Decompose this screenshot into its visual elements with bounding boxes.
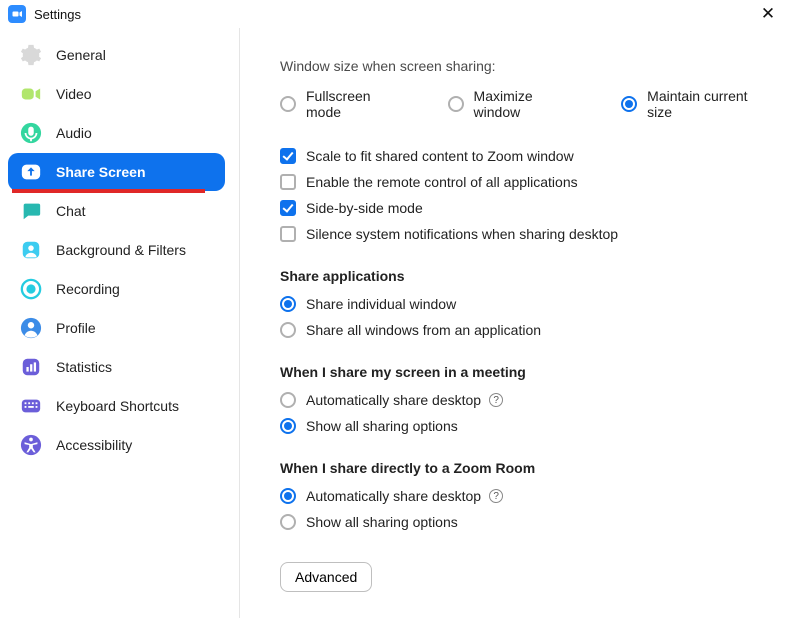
radio-zoomroom-auto-share[interactable]: Automatically share desktop ? — [280, 488, 774, 504]
radio-icon — [280, 418, 296, 434]
sidebar-item-label: Keyboard Shortcuts — [56, 398, 179, 414]
radio-icon — [448, 96, 464, 112]
checkbox-label: Enable the remote control of all applica… — [306, 174, 578, 190]
sidebar-item-recording[interactable]: Recording — [8, 270, 225, 308]
radio-icon — [621, 96, 637, 112]
radio-fullscreen-mode[interactable]: Fullscreen mode — [280, 88, 408, 120]
sidebar-item-chat[interactable]: Chat — [8, 192, 225, 230]
checkbox-scale-to-fit[interactable]: Scale to fit shared content to Zoom wind… — [280, 148, 774, 164]
sidebar-item-statistics[interactable]: Statistics — [8, 348, 225, 386]
sidebar-item-background-filters[interactable]: Background & Filters — [8, 231, 225, 269]
sidebar-item-general[interactable]: General — [8, 36, 225, 74]
share-applications-heading: Share applications — [280, 268, 774, 284]
radio-label: Share all windows from an application — [306, 322, 541, 338]
settings-pane: Window size when screen sharing: Fullscr… — [240, 28, 790, 618]
sidebar-item-label: Chat — [56, 203, 86, 219]
radio-icon — [280, 96, 296, 112]
radio-label: Show all sharing options — [306, 418, 458, 434]
radio-share-individual-window[interactable]: Share individual window — [280, 296, 774, 312]
checkbox-icon — [280, 200, 296, 216]
sidebar-item-keyboard-shortcuts[interactable]: Keyboard Shortcuts — [8, 387, 225, 425]
radio-icon — [280, 488, 296, 504]
statistics-icon — [20, 356, 42, 378]
zoom-room-share-heading: When I share directly to a Zoom Room — [280, 460, 774, 476]
radio-label: Automatically share desktop — [306, 488, 481, 504]
keyboard-icon — [20, 395, 42, 417]
sidebar-item-label: Statistics — [56, 359, 112, 375]
sidebar-item-label: Video — [56, 86, 92, 102]
radio-icon — [280, 514, 296, 530]
radio-label: Show all sharing options — [306, 514, 458, 530]
sidebar-item-label: Accessibility — [56, 437, 132, 453]
window-title: Settings — [34, 7, 81, 22]
recording-icon — [20, 278, 42, 300]
sidebar-item-label: General — [56, 47, 106, 63]
radio-maintain-current-size[interactable]: Maintain current size — [621, 88, 774, 120]
radio-label: Maintain current size — [647, 88, 774, 120]
background-filters-icon — [20, 239, 42, 261]
audio-icon — [20, 122, 42, 144]
sidebar-item-profile[interactable]: Profile — [8, 309, 225, 347]
radio-icon — [280, 392, 296, 408]
sidebar-item-accessibility[interactable]: Accessibility — [8, 426, 225, 464]
advanced-button[interactable]: Advanced — [280, 562, 372, 592]
chat-icon — [20, 200, 42, 222]
checkbox-label: Scale to fit shared content to Zoom wind… — [306, 148, 574, 164]
gear-icon — [20, 44, 42, 66]
close-button[interactable]: ✕ — [754, 0, 782, 28]
window-size-label: Window size when screen sharing: — [280, 58, 774, 74]
accessibility-icon — [20, 434, 42, 456]
sidebar-item-label: Recording — [56, 281, 120, 297]
app-icon — [8, 5, 26, 23]
sidebar-item-label: Profile — [56, 320, 96, 336]
radio-label: Maximize window — [474, 88, 582, 120]
radio-maximize-window[interactable]: Maximize window — [448, 88, 582, 120]
checkbox-side-by-side[interactable]: Side-by-side mode — [280, 200, 774, 216]
checkbox-icon — [280, 148, 296, 164]
sidebar-item-share-screen[interactable]: Share Screen — [8, 153, 225, 191]
sidebar: General Video Audio Share Screen — [0, 28, 240, 618]
share-screen-icon — [20, 161, 42, 183]
checkbox-label: Silence system notifications when sharin… — [306, 226, 618, 242]
radio-zoomroom-show-options[interactable]: Show all sharing options — [280, 514, 774, 530]
sidebar-item-label: Audio — [56, 125, 92, 141]
radio-share-all-windows[interactable]: Share all windows from an application — [280, 322, 774, 338]
profile-icon — [20, 317, 42, 339]
help-icon[interactable]: ? — [489, 393, 503, 407]
sidebar-item-label: Background & Filters — [56, 242, 186, 258]
sidebar-item-video[interactable]: Video — [8, 75, 225, 113]
checkbox-label: Side-by-side mode — [306, 200, 423, 216]
radio-label: Share individual window — [306, 296, 456, 312]
checkbox-silence-notifications[interactable]: Silence system notifications when sharin… — [280, 226, 774, 242]
help-icon[interactable]: ? — [489, 489, 503, 503]
checkbox-icon — [280, 174, 296, 190]
meeting-share-heading: When I share my screen in a meeting — [280, 364, 774, 380]
radio-label: Fullscreen mode — [306, 88, 408, 120]
checkbox-enable-remote-control[interactable]: Enable the remote control of all applica… — [280, 174, 774, 190]
sidebar-item-label: Share Screen — [56, 164, 146, 180]
radio-label: Automatically share desktop — [306, 392, 481, 408]
radio-meeting-auto-share[interactable]: Automatically share desktop ? — [280, 392, 774, 408]
radio-icon — [280, 322, 296, 338]
sidebar-item-audio[interactable]: Audio — [8, 114, 225, 152]
video-icon — [20, 83, 42, 105]
radio-icon — [280, 296, 296, 312]
radio-meeting-show-options[interactable]: Show all sharing options — [280, 418, 774, 434]
checkbox-icon — [280, 226, 296, 242]
